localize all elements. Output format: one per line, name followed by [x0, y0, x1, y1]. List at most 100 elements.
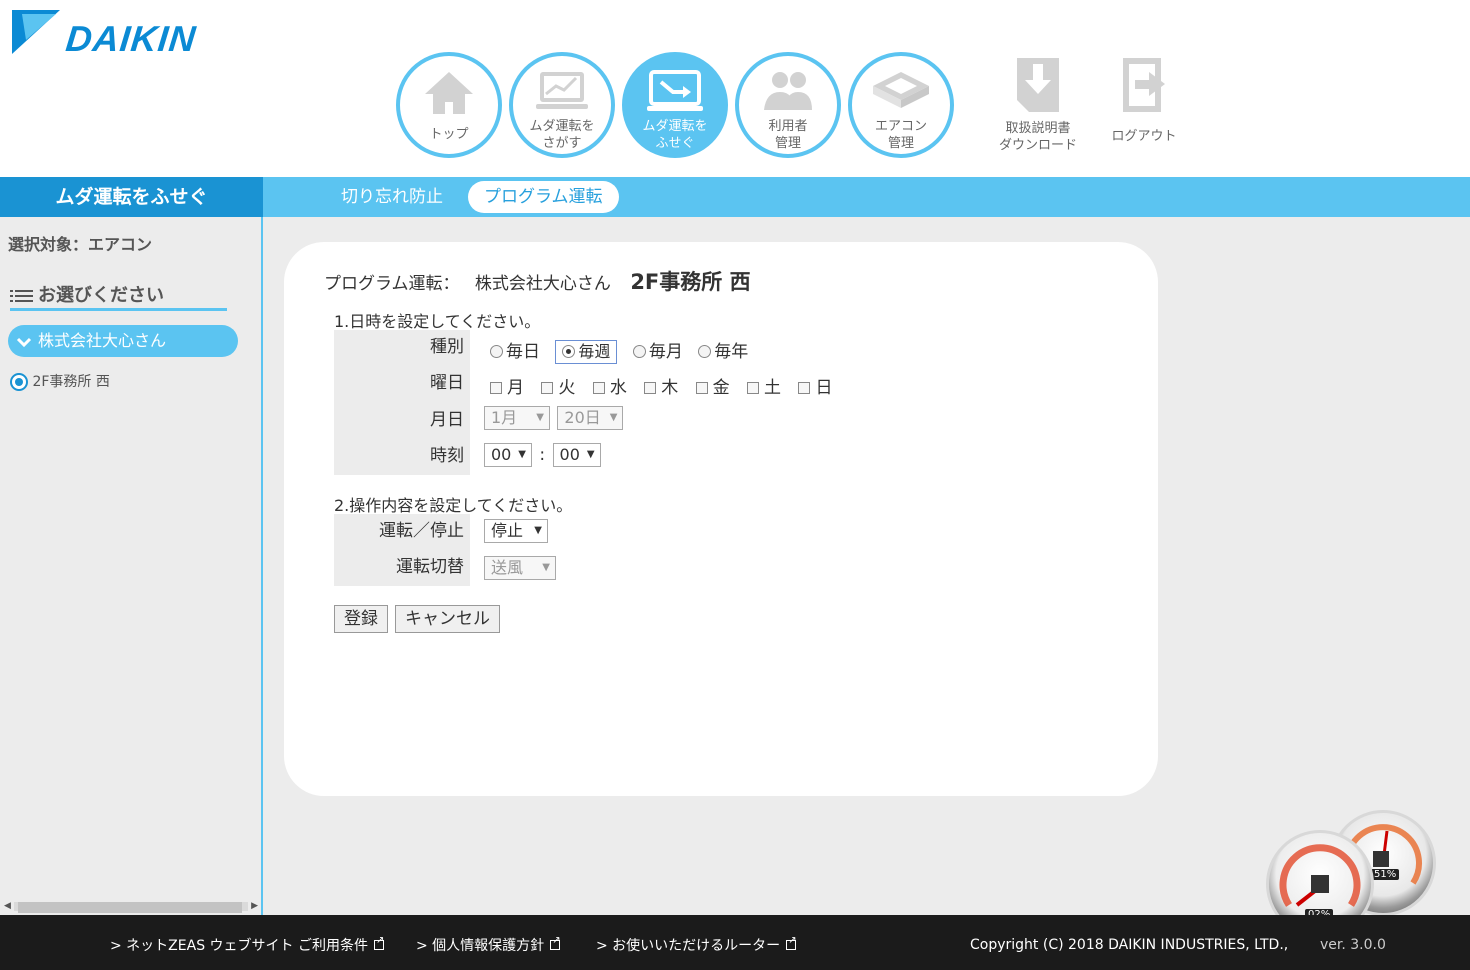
footer-link-privacy-label: > 個人情報保護方針 [416, 938, 545, 954]
weekday-wed[interactable]: 水 [592, 373, 627, 398]
weekday-fri[interactable]: 金 [695, 373, 730, 398]
mode-select[interactable]: 送風 ▼ [484, 556, 556, 580]
sidebar-site-item[interactable]: 2F事務所 西 [10, 371, 110, 391]
checkbox-wed[interactable] [592, 382, 605, 394]
month-select[interactable]: 1月 ▼ [484, 406, 550, 430]
dropdown-arrow-icon: ▼ [518, 449, 526, 460]
sidebar-group-company[interactable]: 株式会社大心さん [8, 325, 238, 357]
sidebar-group-label: 株式会社大心さん [38, 331, 167, 350]
radio-daily[interactable] [490, 345, 503, 358]
hour-value: 00 [491, 445, 512, 464]
selection-target: 選択対象：エアコン [8, 235, 153, 254]
sidebar: 選択対象：エアコン お選びください 株式会社大心さん 2F事務所 西 ◀ ▶ [0, 217, 263, 915]
minute-value: 00 [559, 445, 580, 464]
hour-select[interactable]: 00 ▼ [484, 443, 532, 467]
type-monthly-option[interactable]: 毎月 [632, 337, 683, 362]
chart-icon [536, 72, 588, 109]
weekday-thu[interactable]: 木 [644, 373, 678, 398]
header: DAIKIN トップ ムダ運転を さがす ムダ運転を ふせぐ 利用者 管理 エア… [0, 0, 1470, 177]
nav-find-waste[interactable]: ムダ運転を さがす [509, 52, 615, 158]
external-link-icon [550, 935, 561, 950]
tab-program-operation[interactable]: プログラム運転 [468, 181, 619, 213]
onoff-value: 停止 [491, 521, 524, 540]
checkbox-thu[interactable] [644, 382, 657, 394]
radio-weekly[interactable] [562, 345, 576, 358]
weekday-label: 曜日 [430, 373, 464, 393]
footer-link-routers[interactable]: > お使いいただけるルーター [596, 935, 797, 955]
home-icon [425, 72, 473, 114]
footer-link-terms[interactable]: > ネットZEAS ウェブサイト ご利用条件 [110, 935, 384, 955]
mode-label: 運転切替 [396, 557, 464, 577]
sidebar-horizontal-scrollbar[interactable]: ◀ ▶ [4, 899, 258, 913]
type-weekly-label: 毎週 [578, 342, 611, 361]
footer-link-terms-label: > ネットZEAS ウェブサイト ご利用条件 [110, 938, 368, 954]
tab-shutoff-prevention[interactable]: 切り忘れ防止 [325, 181, 459, 213]
time-separator: : [539, 445, 546, 465]
nav-user-management-label: 利用者 管理 [768, 119, 808, 151]
weekday-sun-label: 日 [815, 378, 833, 398]
type-daily-option[interactable]: 毎日 [490, 337, 540, 362]
weekday-sun[interactable]: 日 [798, 373, 832, 398]
footer-link-routers-label: > お使いいただけるルーター [596, 938, 781, 954]
footer-link-privacy[interactable]: > 個人情報保護方針 [416, 935, 561, 955]
checkbox-fri[interactable] [695, 382, 708, 394]
step2-heading: 2.操作内容を設定してください。 [334, 496, 573, 515]
memory-gauge-value: 51% [1371, 869, 1400, 880]
nav-prevent-waste[interactable]: ムダ運転を ふせぐ [622, 52, 728, 158]
nav-logout[interactable]: ログアウト [1094, 52, 1194, 158]
dropdown-arrow-icon: ▼ [586, 449, 595, 460]
scroll-right-icon[interactable]: ▶ [251, 901, 258, 911]
program-form-card: プログラム運転： 株式会社大心さん 2F事務所 西 1.日時を設定してください。… [284, 242, 1158, 796]
register-button[interactable]: 登録 [334, 605, 388, 633]
nav-prevent-waste-label: ムダ運転を ふせぐ [642, 119, 708, 151]
nav-find-waste-label: ムダ運転を さがす [529, 119, 595, 151]
logout-icon [1123, 58, 1165, 112]
footer: > ネットZEAS ウェブサイト ご利用条件 > 個人情報保護方針 > お使いい… [0, 915, 1470, 970]
nav-aircon-management-label: エアコン 管理 [874, 119, 927, 151]
onoff-select-wrap: 停止 ▼ [484, 519, 548, 543]
mode-value: 送風 [491, 558, 524, 577]
dropdown-arrow-icon: ▼ [542, 562, 550, 573]
weekday-mon[interactable]: 月 [490, 373, 524, 398]
cancel-button[interactable]: キャンセル [395, 605, 500, 633]
weekday-checkbox-group: 月 火 水 木 金 土 日 [490, 373, 844, 398]
onoff-select[interactable]: 停止 ▼ [484, 519, 548, 543]
nav-manual-download[interactable]: 取扱説明書 ダウンロード [988, 52, 1088, 158]
day-select[interactable]: 20日 ▼ [557, 406, 624, 430]
time-label: 時刻 [430, 446, 464, 466]
memory-chip-icon [1373, 851, 1389, 867]
type-radio-group: 毎日 毎週 毎月 毎年 [490, 337, 758, 364]
form-title-company: 株式会社大心さん [474, 274, 611, 294]
form-title-prefix: プログラム運転： [324, 274, 460, 294]
weekday-tue[interactable]: 火 [541, 373, 575, 398]
form-title: プログラム運転： 株式会社大心さん 2F事務所 西 [324, 266, 751, 296]
radio-yearly[interactable] [698, 345, 712, 358]
aircon-icon [873, 72, 929, 108]
day-value: 20日 [564, 408, 601, 427]
radio-monthly[interactable] [632, 345, 646, 358]
daikin-logo[interactable]: DAIKIN [12, 10, 232, 59]
checkbox-sat[interactable] [747, 382, 760, 394]
cpu-chip-icon [1311, 875, 1329, 893]
site-radio[interactable] [10, 373, 28, 391]
step1-heading: 1.日時を設定してください。 [334, 312, 541, 331]
scroll-left-icon[interactable]: ◀ [4, 901, 11, 911]
checkbox-tue[interactable] [541, 382, 554, 394]
mode-select-wrap: 送風 ▼ [484, 556, 556, 580]
weekday-sat[interactable]: 土 [747, 373, 781, 398]
nav-user-management[interactable]: 利用者 管理 [735, 52, 841, 158]
checkbox-mon[interactable] [490, 382, 502, 394]
copyright: Copyright (C) 2018 DAIKIN INDUSTRIES, LT… [970, 937, 1289, 953]
step2-label-column: 運転／停止 運転切替 [334, 514, 470, 586]
checkbox-sun[interactable] [798, 382, 811, 394]
type-yearly-option[interactable]: 毎年 [698, 337, 748, 362]
weekday-tue-label: 火 [558, 378, 576, 398]
scroll-thumb[interactable] [18, 902, 242, 913]
minute-select[interactable]: 00 ▼ [552, 443, 601, 467]
weekday-thu-label: 木 [661, 378, 679, 398]
nav-aircon-management[interactable]: エアコン 管理 [848, 52, 954, 158]
type-weekly-option[interactable]: 毎週 [555, 340, 618, 364]
choose-heading: お選びください [10, 281, 227, 311]
nav-top[interactable]: トップ [396, 52, 502, 158]
weekday-sat-label: 土 [764, 378, 782, 398]
